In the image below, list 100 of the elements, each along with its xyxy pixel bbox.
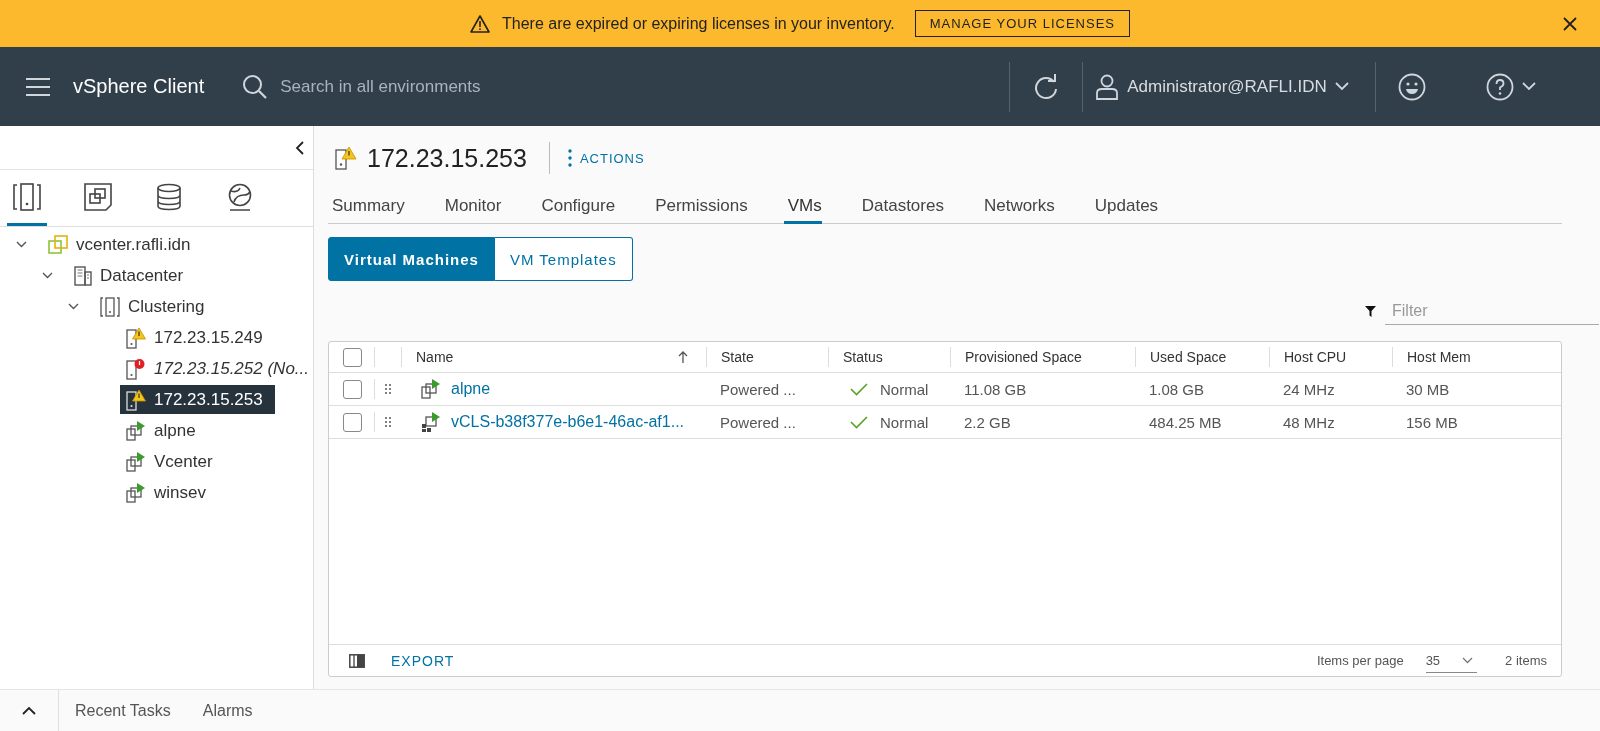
tab[interactable]: Datastores: [857, 190, 944, 224]
system-vm-icon: [421, 412, 441, 432]
vm-powered-on-icon: [126, 482, 146, 503]
vm-name-link[interactable]: vCLS-b38f377e-b6e1-46ac-af1...: [451, 413, 685, 431]
tree-item-label: winsev: [154, 482, 206, 503]
column-header[interactable]: Used Space: [1150, 349, 1227, 365]
drag-handle-icon[interactable]: [385, 417, 391, 427]
table-cell: 11.08 GB: [964, 380, 1027, 398]
table-cell: Powered ...: [720, 380, 796, 398]
drag-handle-icon[interactable]: [385, 384, 391, 394]
chevron-down-icon: [1334, 82, 1349, 91]
app-title: vSphere Client: [73, 75, 205, 98]
bottom-tab[interactable]: Recent Tasks: [59, 690, 187, 731]
user-name: Administrator@RAFLI.IDN: [1127, 76, 1327, 97]
tab[interactable]: Networks: [979, 190, 1055, 224]
table-cell: 484.25 MB: [1149, 413, 1222, 431]
actions-button[interactable]: ACTIONS: [567, 149, 645, 167]
help-icon: [1485, 72, 1514, 101]
menu-icon[interactable]: [25, 76, 51, 97]
chevron-down-icon[interactable]: [42, 272, 53, 279]
tree-item[interactable]: 172.23.15.252 (No...: [120, 354, 321, 383]
banner-message: There are expired or expiring licenses in your inventory.: [502, 14, 895, 33]
database-icon: [156, 182, 182, 211]
manage-licenses-button[interactable]: MANAGE YOUR LICENSES: [914, 10, 1130, 37]
tab[interactable]: Summary: [328, 190, 405, 224]
tree-item-label: Vcenter: [154, 451, 213, 472]
items-per-page-label: Items per page: [1316, 653, 1404, 668]
column-header[interactable]: Name: [416, 349, 454, 365]
row-checkbox[interactable]: [343, 379, 362, 399]
column-header[interactable]: State: [721, 349, 754, 365]
chevron-down-icon: [1521, 82, 1536, 91]
column-toggle-icon[interactable]: [349, 653, 365, 668]
user-menu[interactable]: Administrator@RAFLI.IDN: [1083, 73, 1375, 100]
tree-item-label: alpne: [154, 420, 196, 441]
hosts-clusters-icon: [12, 182, 42, 211]
user-icon: [1095, 73, 1120, 100]
tab[interactable]: Configure: [537, 190, 616, 224]
table-cell: 2.2 GB: [964, 413, 1011, 431]
tree-item-label: 172.23.15.253: [154, 389, 263, 410]
chevron-down-icon[interactable]: [68, 303, 79, 310]
column-header[interactable]: Status: [843, 349, 883, 365]
kebab-icon: [567, 149, 572, 167]
segment-button[interactable]: VM Templates: [494, 237, 633, 281]
table-cell: Normal: [880, 413, 929, 431]
chevron-down-icon[interactable]: [16, 241, 27, 248]
table-cell: Normal: [880, 380, 929, 398]
chevron-down-icon: [1462, 656, 1474, 664]
tab[interactable]: Monitor: [440, 190, 502, 224]
tree-item[interactable]: Vcenter: [120, 447, 225, 476]
smiley-icon[interactable]: [1397, 72, 1426, 101]
expand-icon[interactable]: [22, 706, 36, 715]
object-title: 172.23.15.253: [367, 143, 527, 173]
tree-item-label: Clustering: [128, 296, 205, 317]
close-icon[interactable]: [1562, 16, 1578, 32]
table-cell: 24 MHz: [1283, 380, 1335, 398]
tree-item[interactable]: vcenter.rafli.idn: [42, 230, 203, 259]
vms-templates-icon: [84, 182, 112, 211]
search-field[interactable]: Search in all environments: [278, 75, 783, 98]
check-icon: [850, 382, 868, 396]
select-all-checkbox[interactable]: [343, 347, 362, 367]
tab[interactable]: Updates: [1090, 190, 1159, 224]
export-button[interactable]: EXPORT: [385, 651, 461, 670]
vm-name-link[interactable]: alpne: [451, 380, 491, 398]
table-cell: Powered ...: [720, 413, 796, 431]
table-cell: 1.08 GB: [1149, 380, 1205, 398]
table-cell: 156 MB: [1406, 413, 1458, 431]
vm-powered-on-icon: [421, 379, 441, 399]
tree-item[interactable]: winsev: [120, 478, 218, 507]
items-per-page-select[interactable]: 35: [1425, 648, 1478, 673]
tree-item[interactable]: Clustering: [94, 292, 217, 321]
tree-item[interactable]: alpne: [120, 416, 208, 445]
tree-item[interactable]: Datacenter: [68, 261, 196, 290]
tab[interactable]: Permissions: [651, 190, 748, 224]
column-header[interactable]: Host Mem: [1407, 349, 1471, 365]
warning-icon: [470, 14, 490, 33]
help-menu[interactable]: [1485, 72, 1536, 101]
item-count: 2 items: [1505, 653, 1547, 668]
table-cell: 48 MHz: [1283, 413, 1335, 431]
globe-icon: [226, 182, 254, 211]
filter-field[interactable]: Filter: [1385, 297, 1599, 325]
row-checkbox[interactable]: [343, 412, 362, 432]
check-icon: [850, 415, 868, 429]
tree-item-label: 172.23.15.252 (No...: [154, 358, 309, 379]
filter-icon: [1365, 305, 1376, 317]
column-header[interactable]: Host CPU: [1284, 349, 1347, 365]
bottom-tab[interactable]: Alarms: [186, 690, 269, 731]
cluster-icon: [100, 296, 120, 317]
tree-item-label: vcenter.rafli.idn: [76, 234, 191, 255]
vcenter-icon: [48, 234, 68, 255]
search-icon: [242, 73, 269, 100]
sort-ascending-icon[interactable]: [678, 351, 688, 363]
tree-item[interactable]: 172.23.15.249: [120, 323, 275, 352]
tree-item[interactable]: 172.23.15.253: [120, 385, 275, 414]
vm-powered-on-icon: [126, 451, 146, 472]
building-icon: [74, 265, 92, 286]
vm-powered-on-icon: [126, 420, 146, 441]
collapse-icon[interactable]: [295, 139, 305, 156]
column-header[interactable]: Provisioned Space: [965, 349, 1082, 365]
tab[interactable]: VMs: [783, 190, 822, 224]
segment-button[interactable]: Virtual Machines: [328, 237, 495, 281]
